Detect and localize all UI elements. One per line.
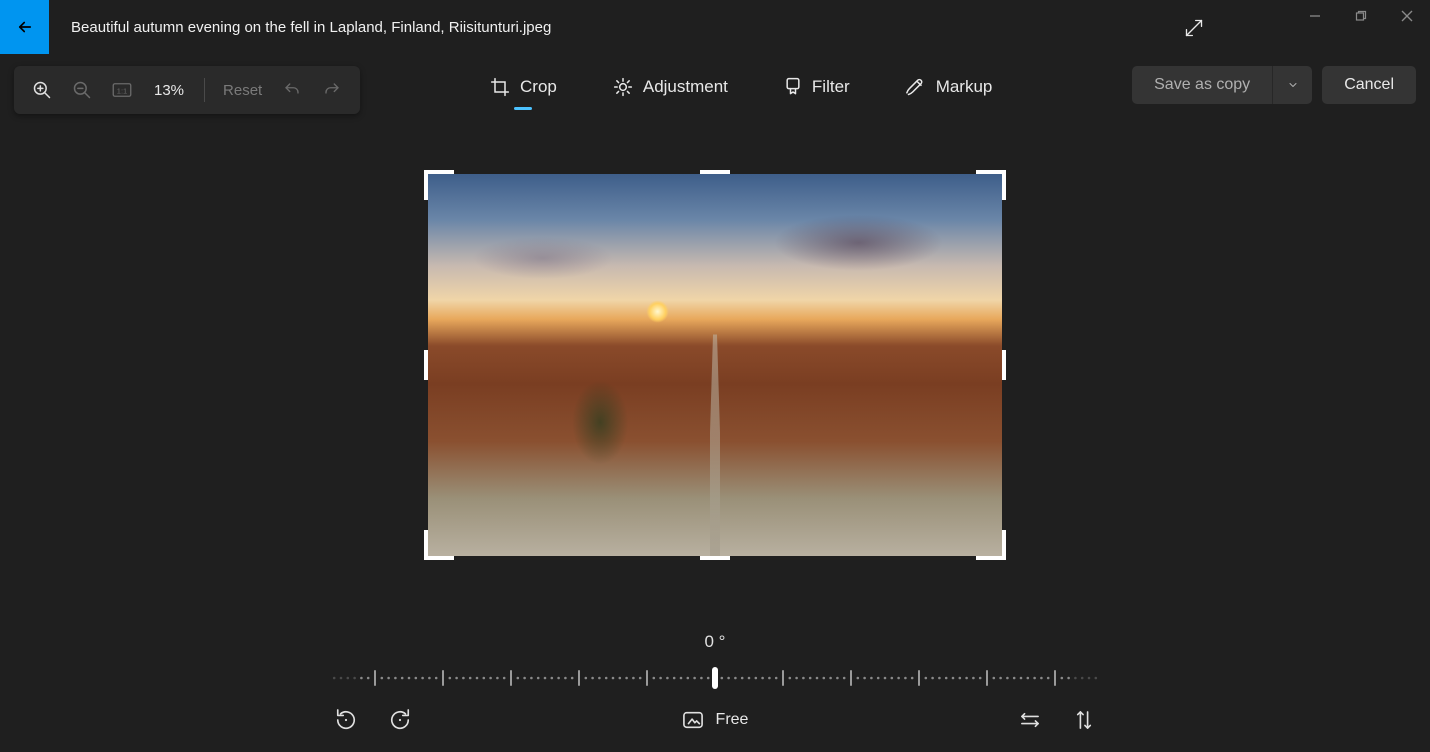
crop-handle-bottom-left[interactable] (424, 530, 428, 560)
window-minimize-button[interactable] (1292, 0, 1338, 32)
save-as-copy-button[interactable]: Save as copy (1132, 66, 1312, 104)
crop-icon (490, 77, 510, 97)
flip-vertical-button[interactable] (1068, 704, 1100, 736)
tab-markup[interactable]: Markup (906, 67, 993, 107)
filter-icon (784, 77, 802, 97)
flip-horizontal-button[interactable] (1014, 704, 1046, 736)
adjustment-icon (613, 77, 633, 97)
divider (204, 78, 205, 102)
crop-handle-top-left[interactable] (424, 170, 428, 200)
zoom-out-button[interactable] (64, 72, 100, 108)
crop-handle-left[interactable] (424, 350, 428, 380)
window-close-button[interactable] (1384, 0, 1430, 32)
edit-tabs: Crop Adjustment Filter Markup (490, 54, 992, 120)
aspect-ratio-icon (682, 710, 704, 730)
save-options-chevron[interactable] (1272, 66, 1312, 104)
window-maximize-button[interactable] (1338, 0, 1384, 32)
tab-markup-label: Markup (936, 77, 993, 97)
reset-button[interactable]: Reset (215, 82, 270, 99)
tab-filter[interactable]: Filter (784, 67, 850, 107)
tab-crop[interactable]: Crop (490, 67, 557, 107)
zoom-actual-size-button[interactable]: 1:1 (104, 72, 140, 108)
crop-handle-top[interactable] (700, 170, 730, 174)
rotation-slider-thumb[interactable] (712, 667, 718, 689)
crop-handle-right[interactable] (1002, 350, 1006, 380)
markup-icon (906, 77, 926, 97)
zoom-in-button[interactable] (24, 72, 60, 108)
crop-handle-top-right[interactable] (1002, 170, 1006, 200)
file-title: Beautiful autumn evening on the fell in … (71, 19, 551, 36)
crop-handle-bottom[interactable] (700, 556, 730, 560)
aspect-ratio-label: Free (716, 711, 749, 729)
crop-handle-bottom-left[interactable] (424, 556, 454, 560)
back-button[interactable] (0, 0, 49, 54)
crop-handle-bottom-right[interactable] (1002, 530, 1006, 560)
zoom-percent-label: 13% (144, 82, 194, 99)
cancel-label: Cancel (1344, 76, 1394, 94)
crop-frame[interactable] (428, 174, 1002, 556)
rotation-angle-label: 0 ° (705, 632, 726, 652)
crop-handle-top-left[interactable] (424, 170, 454, 174)
save-as-copy-label: Save as copy (1132, 76, 1272, 94)
image-preview (428, 174, 1002, 556)
rotate-cw-button[interactable] (384, 704, 416, 736)
aspect-ratio-button[interactable]: Free (682, 710, 749, 730)
zoom-toolbar: 1:1 13% Reset (14, 66, 360, 114)
tab-adjustment-label: Adjustment (643, 77, 728, 97)
rotation-slider[interactable] (330, 668, 1100, 688)
cancel-button[interactable]: Cancel (1322, 66, 1416, 104)
tab-filter-label: Filter (812, 77, 850, 97)
fullscreen-button[interactable] (1178, 12, 1210, 44)
undo-button[interactable] (274, 72, 310, 108)
rotate-ccw-button[interactable] (330, 704, 362, 736)
redo-button[interactable] (314, 72, 350, 108)
svg-text:1:1: 1:1 (117, 86, 127, 95)
tab-adjustment[interactable]: Adjustment (613, 67, 728, 107)
tab-crop-label: Crop (520, 77, 557, 97)
